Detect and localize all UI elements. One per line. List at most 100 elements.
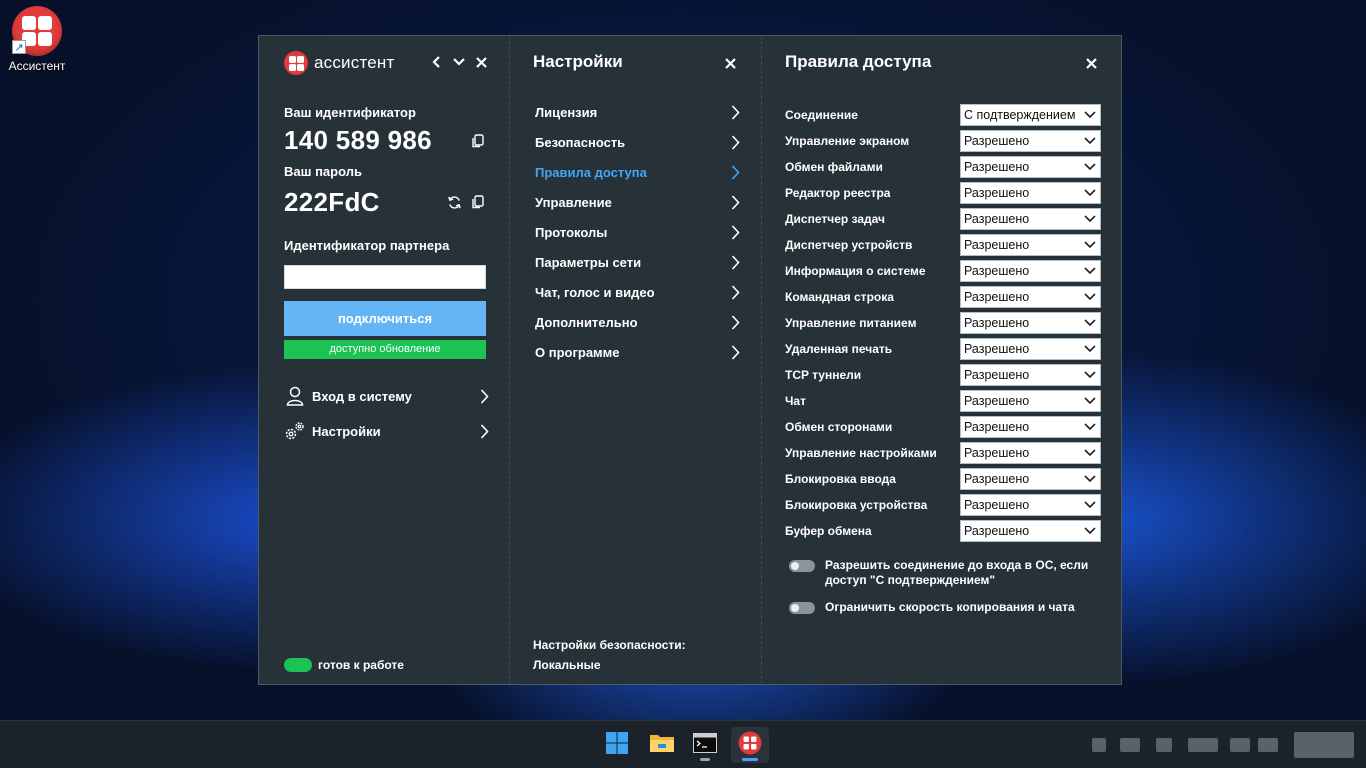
access-rule-label: Диспетчер задач <box>785 212 885 226</box>
access-rule-row: Соединение С подтверждением <box>785 104 1101 126</box>
access-rule-label: Управление настройками <box>785 446 937 460</box>
access-rule-row: Обмен сторонами Разрешено <box>785 416 1101 438</box>
access-rule-value: Разрешено <box>964 134 1030 148</box>
settings-nav-label: Параметры сети <box>535 254 642 270</box>
access-rule-value: Разрешено <box>964 238 1030 252</box>
toggle-switch[interactable] <box>789 602 815 614</box>
settings-nav-item[interactable]: Протоколы <box>535 221 741 243</box>
close-window-button[interactable] <box>473 53 489 71</box>
tray-icon-blurred[interactable] <box>1188 738 1218 752</box>
access-rule-label: Управление питанием <box>785 316 917 330</box>
settings-nav-item[interactable]: Безопасность <box>535 131 741 153</box>
tray-icon-blurred[interactable] <box>1156 738 1172 752</box>
access-rule-row: Управление настройками Разрешено <box>785 442 1101 464</box>
access-rule-select[interactable]: Разрешено <box>960 234 1101 256</box>
settings-nav-label: Лицензия <box>535 104 598 120</box>
chevron-right-icon <box>729 314 741 330</box>
status-toggle <box>284 658 312 672</box>
access-rule-select[interactable]: Разрешено <box>960 390 1101 412</box>
access-rules-panel: Правила доступа Соединение С подтверждени… <box>762 36 1121 684</box>
main-panel: ассистент Ваш идентификатор 140 589 986 … <box>259 36 510 684</box>
chevron-right-icon <box>729 134 741 150</box>
tray-icon-blurred[interactable] <box>1230 738 1250 752</box>
access-rule-select[interactable]: Разрешено <box>960 442 1101 464</box>
security-settings-label: Настройки безопасности: <box>533 638 686 652</box>
access-rule-select[interactable]: Разрешено <box>960 338 1101 360</box>
access-rule-select[interactable]: Разрешено <box>960 468 1101 490</box>
access-rule-value: С подтверждением <box>964 108 1076 122</box>
settings-nav-label: Чат, голос и видео <box>535 284 655 300</box>
partner-id-label: Идентификатор партнера <box>284 238 450 253</box>
access-rule-row: Командная строка Разрешено <box>785 286 1101 308</box>
access-rule-value: Разрешено <box>964 316 1030 330</box>
access-rule-select[interactable]: Разрешено <box>960 260 1101 282</box>
settings-nav-item[interactable]: Чат, голос и видео <box>535 281 741 303</box>
access-rule-value: Разрешено <box>964 446 1030 460</box>
toggle-switch[interactable] <box>789 560 815 572</box>
collapse-left-button[interactable] <box>429 53 445 71</box>
minimize-button[interactable] <box>451 53 467 71</box>
close-settings-button[interactable] <box>722 55 738 71</box>
settings-nav-item[interactable]: Управление <box>535 191 741 213</box>
close-access-rules-button[interactable] <box>1083 55 1099 71</box>
chevron-down-icon <box>1080 287 1100 307</box>
settings-nav-item[interactable]: Параметры сети <box>535 251 741 273</box>
access-rule-label: Удаленная печать <box>785 342 893 356</box>
access-rule-select[interactable]: Разрешено <box>960 520 1101 542</box>
chevron-right-icon <box>729 194 741 210</box>
access-option-label: Разрешить соединение до входа в ОС, если… <box>825 558 1089 587</box>
taskbar-start-button[interactable] <box>598 727 636 763</box>
tray-icon-blurred[interactable] <box>1120 738 1140 752</box>
copy-id-icon[interactable] <box>470 133 486 149</box>
access-rule-value: Разрешено <box>964 394 1030 408</box>
settings-nav-item[interactable]: Правила доступа <box>535 161 741 183</box>
clock-blurred[interactable] <box>1294 732 1354 758</box>
access-rule-label: Управление экраном <box>785 134 910 148</box>
access-rule-label: Соединение <box>785 108 858 122</box>
access-rule-row: Управление питанием Разрешено <box>785 312 1101 334</box>
desktop-icon-label: Ассистент <box>8 59 66 73</box>
access-option-toggle[interactable]: Ограничить скорость копирования и чата <box>789 600 1089 615</box>
update-available-badge[interactable]: доступно обновление <box>284 340 486 359</box>
chevron-right-icon <box>729 164 741 180</box>
settings-nav-item[interactable]: Дополнительно <box>535 311 741 333</box>
taskbar-assistant[interactable] <box>731 727 769 763</box>
access-rule-select[interactable]: Разрешено <box>960 416 1101 438</box>
access-rule-value: Разрешено <box>964 498 1030 512</box>
settings-nav-item[interactable]: Лицензия <box>535 101 741 123</box>
partner-id-input[interactable] <box>284 265 486 289</box>
access-rule-label: TCP туннели <box>785 368 862 382</box>
taskbar-terminal[interactable] <box>686 727 724 763</box>
access-rule-label: Обмен файлами <box>785 160 883 174</box>
access-rule-select[interactable]: Разрешено <box>960 156 1101 178</box>
id-value: 140 589 986 <box>284 125 432 155</box>
taskbar-file-explorer[interactable] <box>643 727 681 763</box>
access-rule-select[interactable]: Разрешено <box>960 312 1101 334</box>
access-rule-value: Разрешено <box>964 524 1030 538</box>
connect-button[interactable]: подключиться <box>284 301 486 336</box>
menu-settings[interactable]: Настройки <box>284 419 490 443</box>
copy-password-icon[interactable] <box>470 194 486 210</box>
settings-nav-item[interactable]: О программе <box>535 341 741 363</box>
access-rule-select[interactable]: Разрешено <box>960 208 1101 230</box>
status-text: готов к работе <box>318 658 404 672</box>
access-rule-select[interactable]: Разрешено <box>960 364 1101 386</box>
access-rule-select[interactable]: С подтверждением <box>960 104 1101 126</box>
access-rule-select[interactable]: Разрешено <box>960 130 1101 152</box>
access-rule-select[interactable]: Разрешено <box>960 182 1101 204</box>
access-rule-select[interactable]: Разрешено <box>960 494 1101 516</box>
access-option-toggle[interactable]: Разрешить соединение до входа в ОС, если… <box>789 558 1089 588</box>
chevron-down-icon <box>1080 209 1100 229</box>
desktop-shortcut-assistant[interactable]: ↗ Ассистент <box>4 6 70 73</box>
menu-login[interactable]: Вход в систему <box>284 384 490 408</box>
access-rule-select[interactable]: Разрешено <box>960 286 1101 308</box>
access-rule-row: Блокировка ввода Разрешено <box>785 468 1101 490</box>
access-rule-label: Блокировка устройства <box>785 498 928 512</box>
chevron-down-icon <box>1080 469 1100 489</box>
tray-icon-blurred[interactable] <box>1092 738 1106 752</box>
tray-icon-blurred[interactable] <box>1258 738 1278 752</box>
refresh-password-icon[interactable] <box>446 194 462 210</box>
access-rule-row: Информация о системе Разрешено <box>785 260 1101 282</box>
access-rule-value: Разрешено <box>964 290 1030 304</box>
access-rule-row: Блокировка устройства Разрешено <box>785 494 1101 516</box>
